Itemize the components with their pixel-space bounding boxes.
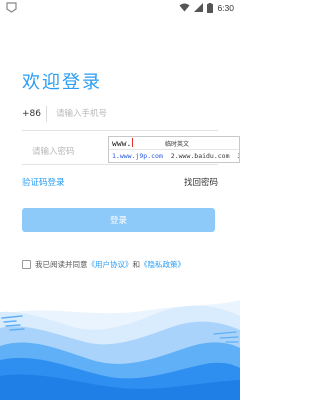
wave-decoration [0,300,240,400]
login-button[interactable]: 登录 [22,208,215,232]
app-logo-icon [6,2,17,13]
status-time: 6:30 [217,2,234,13]
cellular-signal-icon [194,3,204,12]
ime-composing-text: www. [112,138,134,148]
agreement-and-text: 和 [132,260,141,269]
country-code-selector[interactable]: +86 [22,109,41,119]
agreement-text: 我已阅读并同意 [35,260,88,269]
divider [46,106,47,122]
phone-input[interactable] [56,106,216,122]
battery-icon [207,2,214,13]
ime-candidate[interactable]: 1.www.j9p.com [112,152,163,160]
forgot-password-link[interactable]: 找回密码 [184,176,218,188]
ime-composition-bar: www. 临时英文 [109,137,239,150]
page-title: 欢迎登录 [22,72,102,93]
sms-login-link[interactable]: 验证码登录 [22,176,65,188]
ime-candidate[interactable]: 3. [237,152,239,160]
privacy-policy-link[interactable]: 《隐私政策》 [140,259,185,270]
text-cursor [132,138,134,147]
status-icons: 6:30 [179,0,234,15]
divider [22,130,218,131]
ime-candidate-popup: www. 临时英文 1.www.j9p.com 2.www.baidu.com … [108,136,240,163]
password-input[interactable] [32,145,106,159]
wifi-icon [179,3,190,12]
divider [22,164,218,165]
user-agreement-link[interactable]: 《用户协议》 [88,259,133,270]
agreement-row: 我已阅读并同意 《用户协议》 和 《隐私政策》 [22,259,185,270]
ime-candidate-list: 1.www.j9p.com 2.www.baidu.com 3. [112,152,239,160]
agreement-checkbox[interactable] [22,260,31,269]
status-bar: 6:30 [0,0,240,15]
ime-candidate[interactable]: 2.www.baidu.com [171,152,230,160]
ime-temp-english-label[interactable]: 临时英文 [165,139,189,148]
